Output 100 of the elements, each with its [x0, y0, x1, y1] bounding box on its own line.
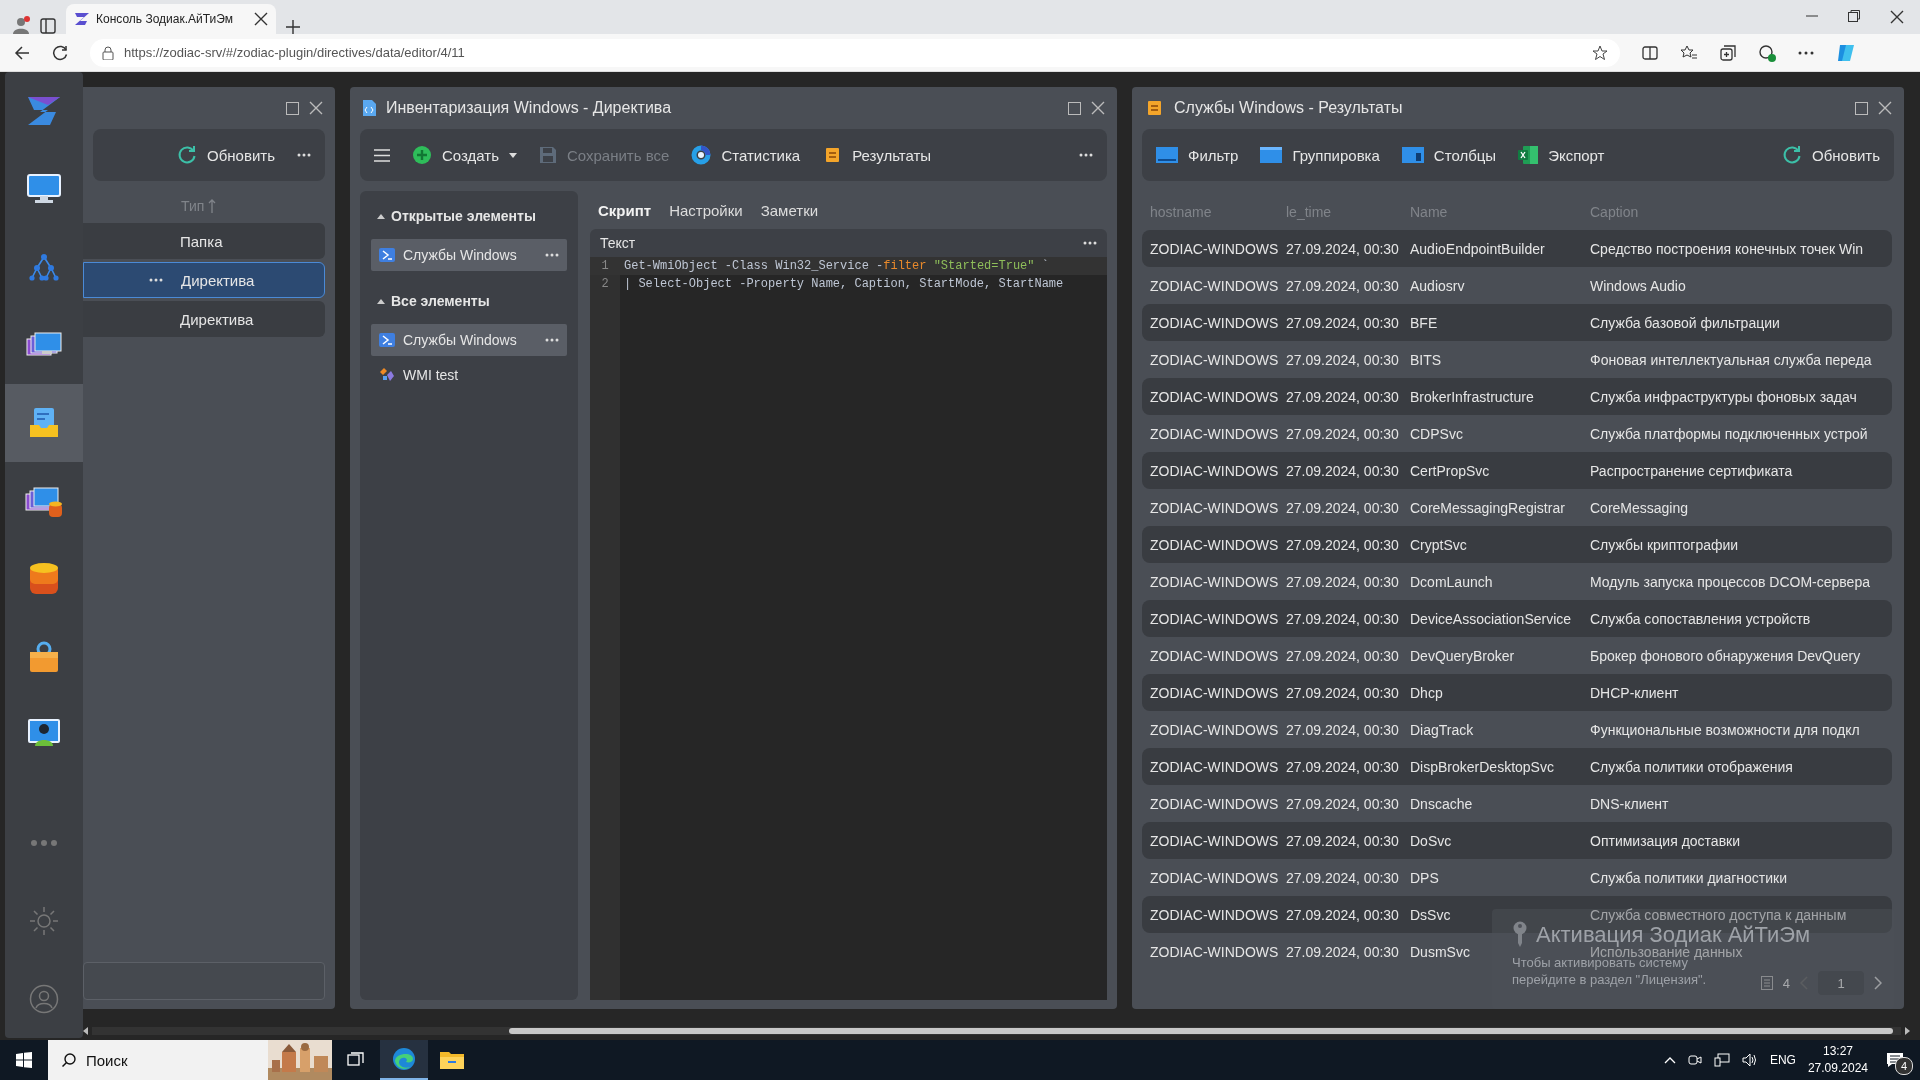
back-icon[interactable] — [14, 44, 30, 61]
table-cell-text: ZODIAC-WINDOWS — [1150, 869, 1280, 886]
toolbar-button[interactable]: Статистика — [691, 145, 801, 165]
network-icon[interactable] — [1713, 1053, 1730, 1067]
code-line: Get-WmiObject -Class Win32_Service -filter "Started=True" ` — [623, 259, 1049, 273]
browser-tab[interactable]: Консоль Зодиак.АйТиЭм — [66, 4, 276, 34]
volume-icon[interactable] — [1741, 1053, 1758, 1067]
table-cell-text: BFE — [1410, 314, 1439, 331]
panel-title: Службы Windows - Результаты — [1174, 99, 1404, 117]
scroll-right-icon[interactable] — [1905, 1027, 1910, 1035]
table-cell-text: Службы криптографии — [1590, 536, 1740, 553]
line-number: 1 — [600, 259, 610, 273]
table-cell-text: ZODIAC-WINDOWS — [1150, 277, 1280, 294]
search-icon — [62, 1053, 76, 1067]
monitors-database-icon[interactable] — [25, 484, 63, 518]
search-field[interactable]: Поиск — [84, 1050, 238, 1070]
lock-icon[interactable] — [102, 45, 114, 60]
more-icon[interactable] — [1798, 50, 1814, 55]
table-cell-text: 27.09.2024, 00:30 — [1286, 277, 1400, 294]
reload-icon[interactable] — [52, 44, 68, 61]
camera-icon[interactable] — [1687, 1053, 1702, 1067]
tree-item[interactable]: Службы Windows — [371, 239, 567, 271]
toolbar-button[interactable]: Результаты — [822, 146, 932, 164]
toolbar-button[interactable]: Столбцы — [1401, 146, 1497, 164]
tree-item[interactable]: WMI test — [371, 359, 567, 391]
chevron-up-icon[interactable] — [1663, 1056, 1676, 1064]
notice-title: Активация Зодиак АйТиЭм — [1536, 922, 1811, 947]
refresh-icon — [177, 145, 198, 165]
tab[interactable]: Скрипт — [598, 201, 652, 219]
more-icon[interactable] — [149, 278, 163, 282]
sidebar-item[interactable] — [5, 384, 83, 462]
address-bar[interactable]: https://zodiac-srv/#/zodiac-plugin/directives/data/editor/4/11 — [90, 38, 1620, 67]
table-cell-text: 27.09.2024, 00:30 — [1286, 684, 1400, 701]
tab-actions-icon[interactable] — [40, 18, 56, 34]
toolbar-button[interactable]: Группировка — [1260, 146, 1380, 164]
table-cell-text: Брокер фонового обнаружения DevQuery — [1590, 647, 1862, 664]
floppy-icon — [539, 146, 557, 164]
list-row[interactable]: Папка — [83, 223, 325, 259]
table-cell-text: Служба платформы подключенных устрой — [1590, 425, 1869, 442]
maximize-icon[interactable] — [1068, 101, 1081, 115]
split-screen-icon[interactable] — [1642, 44, 1658, 61]
start-icon[interactable] — [16, 1052, 32, 1068]
menu-icon[interactable] — [374, 148, 390, 162]
maximize-icon[interactable] — [1855, 101, 1868, 115]
code-editor[interactable]: 1 Get-WmiObject -Class Win32_Service -filter "Started=True" ` 2 | Select-Object -Property Name, Caption, StartMode, StartName — [590, 257, 1107, 1000]
collections-icon[interactable] — [1720, 44, 1736, 61]
briefcase-icon[interactable] — [29, 641, 59, 673]
assistant-icon[interactable] — [1836, 42, 1856, 63]
toolbar-button[interactable]: Создать — [412, 145, 517, 165]
notifications-button[interactable]: 4 — [1880, 1045, 1910, 1075]
folder-icon[interactable] — [440, 1050, 464, 1070]
more-icon[interactable] — [1079, 153, 1093, 157]
language-indicator[interactable]: ENG — [1769, 1053, 1796, 1067]
table-cell-text: DiagTrack — [1410, 721, 1475, 738]
collapse-icon[interactable] — [377, 298, 385, 304]
next-page-icon[interactable] — [1874, 976, 1882, 990]
input-field[interactable] — [83, 962, 325, 1000]
list-row[interactable]: Директива — [83, 301, 325, 337]
list-row[interactable]: Директива — [83, 262, 325, 298]
terminal-icon — [379, 333, 395, 347]
restore-icon[interactable] — [1848, 10, 1860, 22]
tree-item[interactable]: Службы Windows — [371, 324, 567, 356]
tab[interactable]: Заметки — [760, 201, 819, 219]
table-cell-text: DevQueryBroker — [1410, 647, 1516, 664]
maximize-icon[interactable] — [286, 101, 299, 115]
table-cell-text: DHCP-клиент — [1590, 684, 1680, 701]
star-icon[interactable] — [1592, 44, 1608, 61]
new-tab-icon[interactable] — [286, 20, 300, 34]
collapse-icon[interactable] — [377, 213, 385, 219]
table-cell-text: ZODIAC-WINDOWS — [1150, 795, 1280, 812]
scrollbar[interactable] — [92, 1027, 1901, 1035]
section-header[interactable]: Все элементы — [391, 293, 490, 309]
profile-icon[interactable] — [12, 16, 30, 34]
more-icon[interactable] — [1083, 241, 1097, 245]
refresh-button[interactable]: Обновить — [1782, 145, 1880, 165]
table-cell-text: ZODIAC-WINDOWS — [1150, 906, 1280, 923]
favorites-icon[interactable] — [1680, 44, 1698, 61]
database-icon[interactable] — [29, 562, 59, 596]
section-header[interactable]: Открытые элементы — [391, 208, 536, 224]
toolbar-button[interactable]: Экспорт — [1518, 146, 1605, 164]
table-cell-text: 27.09.2024, 00:30 — [1286, 647, 1400, 664]
monitor-icon[interactable] — [27, 174, 61, 204]
table-cell-text: 27.09.2024, 00:30 — [1286, 240, 1400, 257]
close-icon[interactable] — [254, 12, 268, 26]
table-cell-text: AudioEndpointBuilder — [1410, 240, 1546, 257]
refresh-button[interactable]: Обновить — [177, 145, 275, 165]
tab[interactable]: Настройки — [669, 201, 743, 219]
clock[interactable]: 13:27 27.09.2024 — [1807, 1043, 1868, 1077]
table-cell-text: 27.09.2024, 00:30 — [1286, 499, 1400, 516]
browser-icon[interactable] — [392, 1047, 416, 1071]
table-cell-text: BrokerInfrastructure — [1410, 388, 1535, 405]
close-icon[interactable] — [1890, 10, 1904, 24]
task-view-icon[interactable] — [347, 1052, 365, 1068]
extension-icon[interactable] — [1758, 43, 1776, 62]
page-field[interactable]: 1 — [1818, 971, 1864, 995]
inbox-icon[interactable] — [28, 407, 60, 439]
more-icon[interactable] — [297, 153, 311, 157]
table-cell-text: DcomLaunch — [1410, 573, 1494, 590]
toolbar-button[interactable]: Фильтр — [1156, 146, 1239, 164]
search-bar[interactable]: Поиск — [48, 1040, 332, 1080]
